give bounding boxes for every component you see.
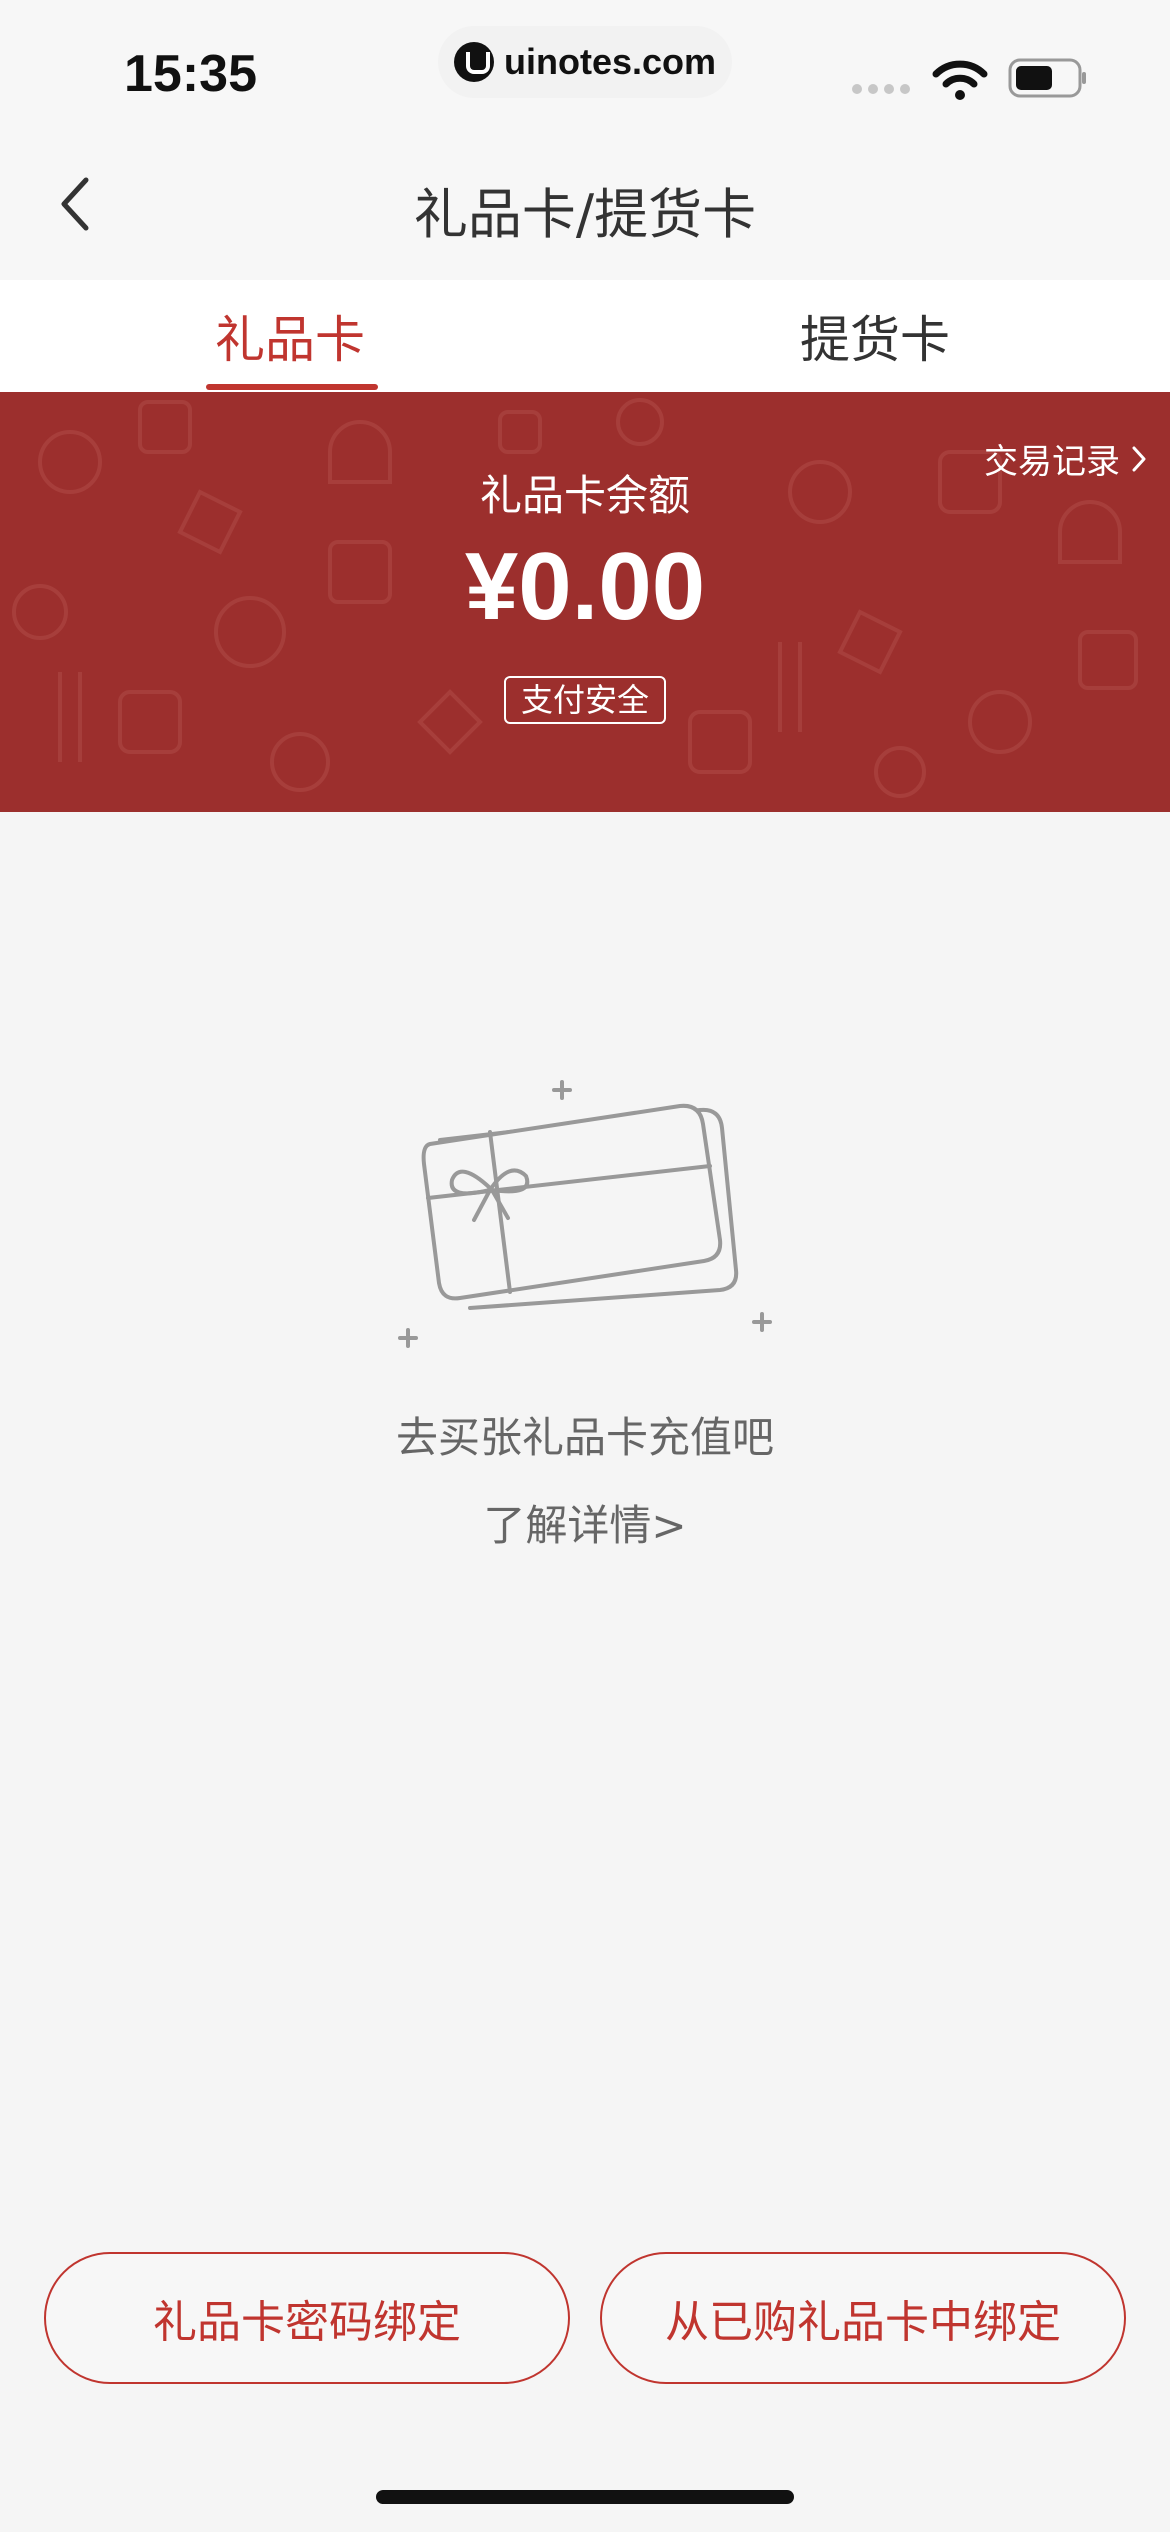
site-logo-icon (453, 42, 494, 82)
bind-from-purchased-button[interactable]: 从已购礼品卡中绑定 (600, 2252, 1126, 2384)
wifi-icon (932, 60, 988, 100)
tab-bar: 礼品卡 提货卡 (0, 280, 1170, 392)
url-text: uinotes.com (503, 41, 717, 82)
balance-amount: ¥0.00 (464, 533, 706, 640)
url-pill[interactable]: uinotes.com (438, 26, 732, 98)
gift-card-icon (398, 1080, 772, 1348)
learn-more-link[interactable]: 了解详情> (0, 1492, 1170, 1553)
screen: 15:35 uinotes.com 礼品卡/提货卡 礼品卡 提货卡 交易记录 礼… (0, 0, 1170, 2532)
home-indicator (376, 2490, 794, 2504)
bind-by-password-button[interactable]: 礼品卡密码绑定 (44, 2252, 570, 2384)
status-bar: 15:35 uinotes.com (0, 0, 1170, 130)
status-time: 15:35 (124, 45, 257, 103)
tab-pickup-card[interactable]: 提货卡 (725, 300, 1025, 372)
empty-state-message: 去买张礼品卡充值吧 (395, 1413, 774, 1462)
payment-secure-badge: 支付安全 (504, 676, 666, 724)
balance-label: 礼品卡余额 (479, 471, 690, 520)
battery-icon (1008, 58, 1086, 98)
active-tab-indicator (206, 384, 378, 390)
navigation-bar: 礼品卡/提货卡 (0, 130, 1170, 280)
tab-gift-card[interactable]: 礼品卡 (140, 300, 440, 372)
page-title: 礼品卡/提货卡 (413, 183, 757, 246)
cellular-signal-icon (852, 84, 910, 94)
balance-banner: 交易记录 礼品卡余额 ¥0.00 支付安全 (0, 392, 1170, 812)
